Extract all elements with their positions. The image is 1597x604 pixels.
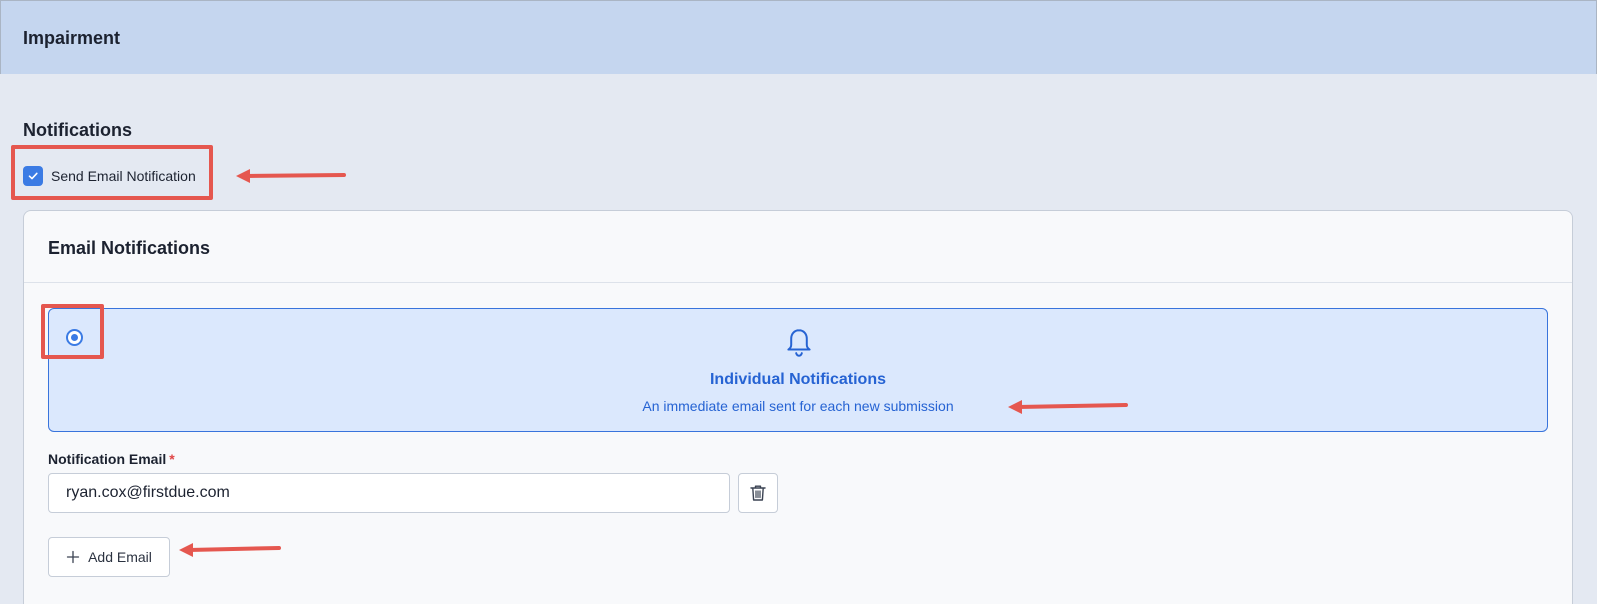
- top-header: Impairment: [0, 0, 1597, 74]
- option-description: An immediate email sent for each new sub…: [642, 398, 954, 414]
- plus-icon: [66, 550, 80, 564]
- card-title: Email Notifications: [48, 238, 211, 258]
- delete-email-button[interactable]: [738, 473, 778, 513]
- bell-icon: [787, 329, 811, 357]
- annotation-arrow-checkbox: [236, 169, 346, 183]
- required-marker: *: [169, 451, 175, 467]
- annotation-box-checkbox: [11, 145, 213, 200]
- option-title: Individual Notifications: [709, 371, 886, 388]
- notification-email-label-text: Notification Email: [48, 451, 167, 467]
- annotation-arrow-add-email: [179, 543, 281, 557]
- page: Impairment Notifications Send Email Noti…: [0, 0, 1597, 604]
- card-header: Email Notifications: [24, 211, 1572, 283]
- trash-icon: [750, 485, 766, 501]
- add-email-label: Add Email: [88, 549, 152, 565]
- notification-email-label: Notification Email *: [48, 451, 175, 467]
- page-title: Impairment: [23, 28, 121, 48]
- add-email-button[interactable]: Add Email: [48, 537, 170, 577]
- annotation-box-radio: [41, 304, 104, 359]
- notification-email-input[interactable]: [48, 473, 730, 513]
- notifications-section-title: Notifications: [23, 120, 133, 140]
- annotation-arrow-option: [1008, 400, 1128, 414]
- individual-notifications-option[interactable]: Individual Notifications An immediate em…: [48, 308, 1548, 432]
